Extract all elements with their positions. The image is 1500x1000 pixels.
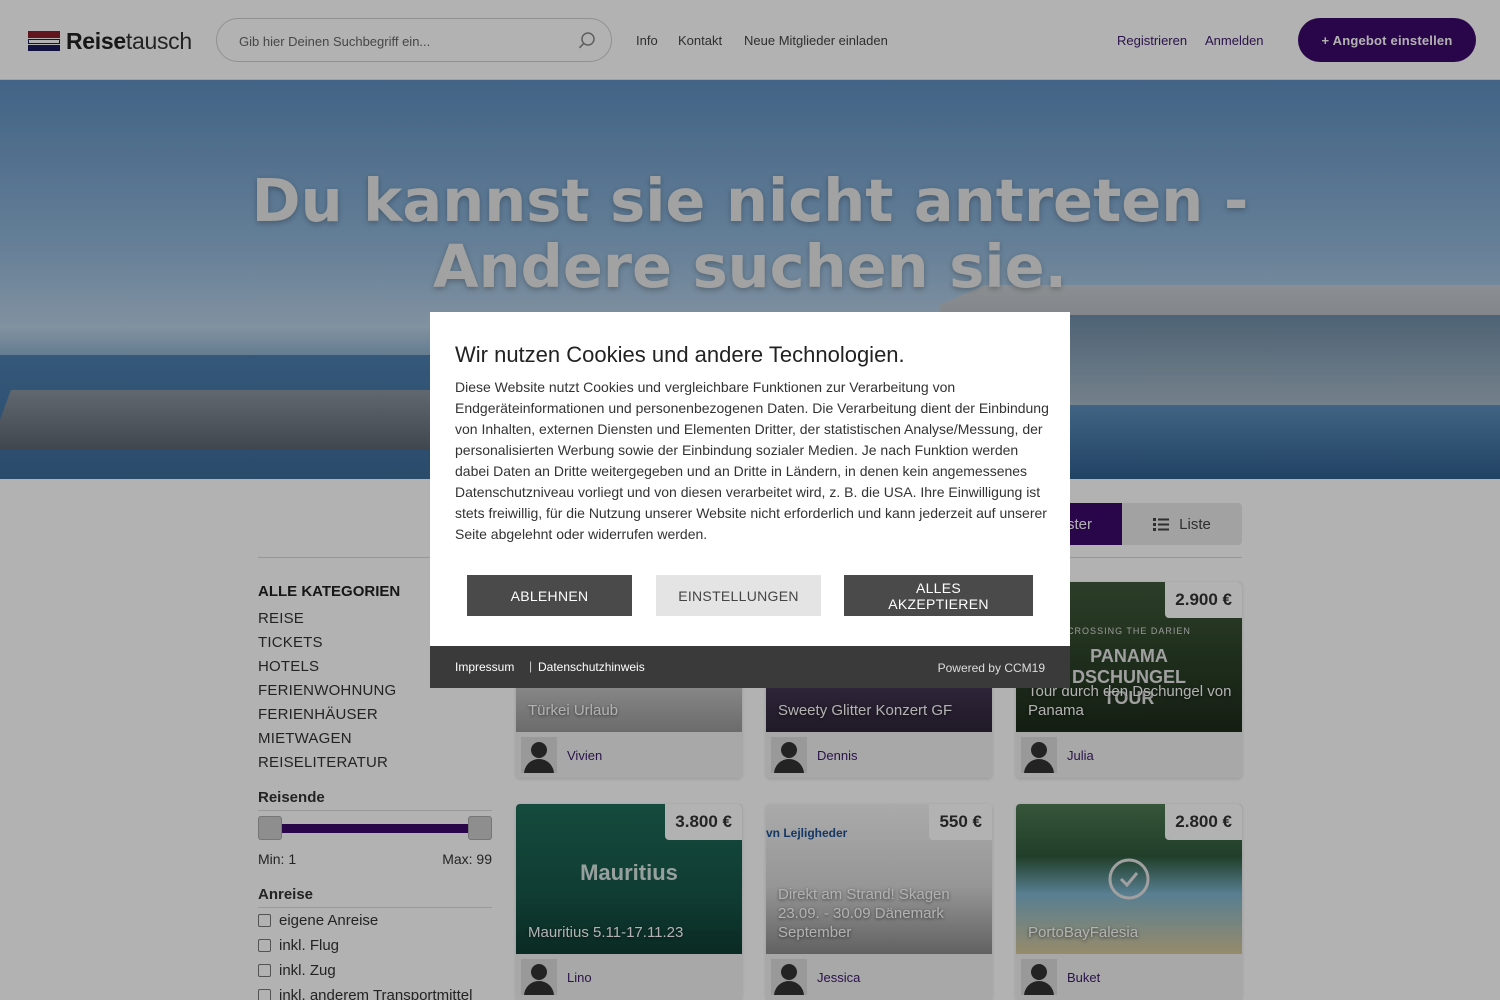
powered-by[interactable]: Powered by CCM19 [938,661,1045,675]
cookie-dialog: Wir nutzen Cookies und andere Technologi… [430,312,1070,688]
privacy-link[interactable]: Datenschutzhinweis [538,660,645,674]
accept-all-button[interactable]: ALLES AKZEPTIEREN [844,575,1033,616]
decline-button[interactable]: ABLEHNEN [467,575,632,616]
imprint-link[interactable]: Impressum [455,660,514,674]
footer-separator: | [529,659,533,673]
settings-button[interactable]: EINSTELLUNGEN [656,575,821,616]
cookie-footer: Impressum | Datenschutzhinweis Powered b… [430,646,1070,688]
cookie-text: Diese Website nutzt Cookies und vergleic… [455,379,1049,542]
cookie-title: Wir nutzen Cookies und andere Technologi… [455,342,905,367]
